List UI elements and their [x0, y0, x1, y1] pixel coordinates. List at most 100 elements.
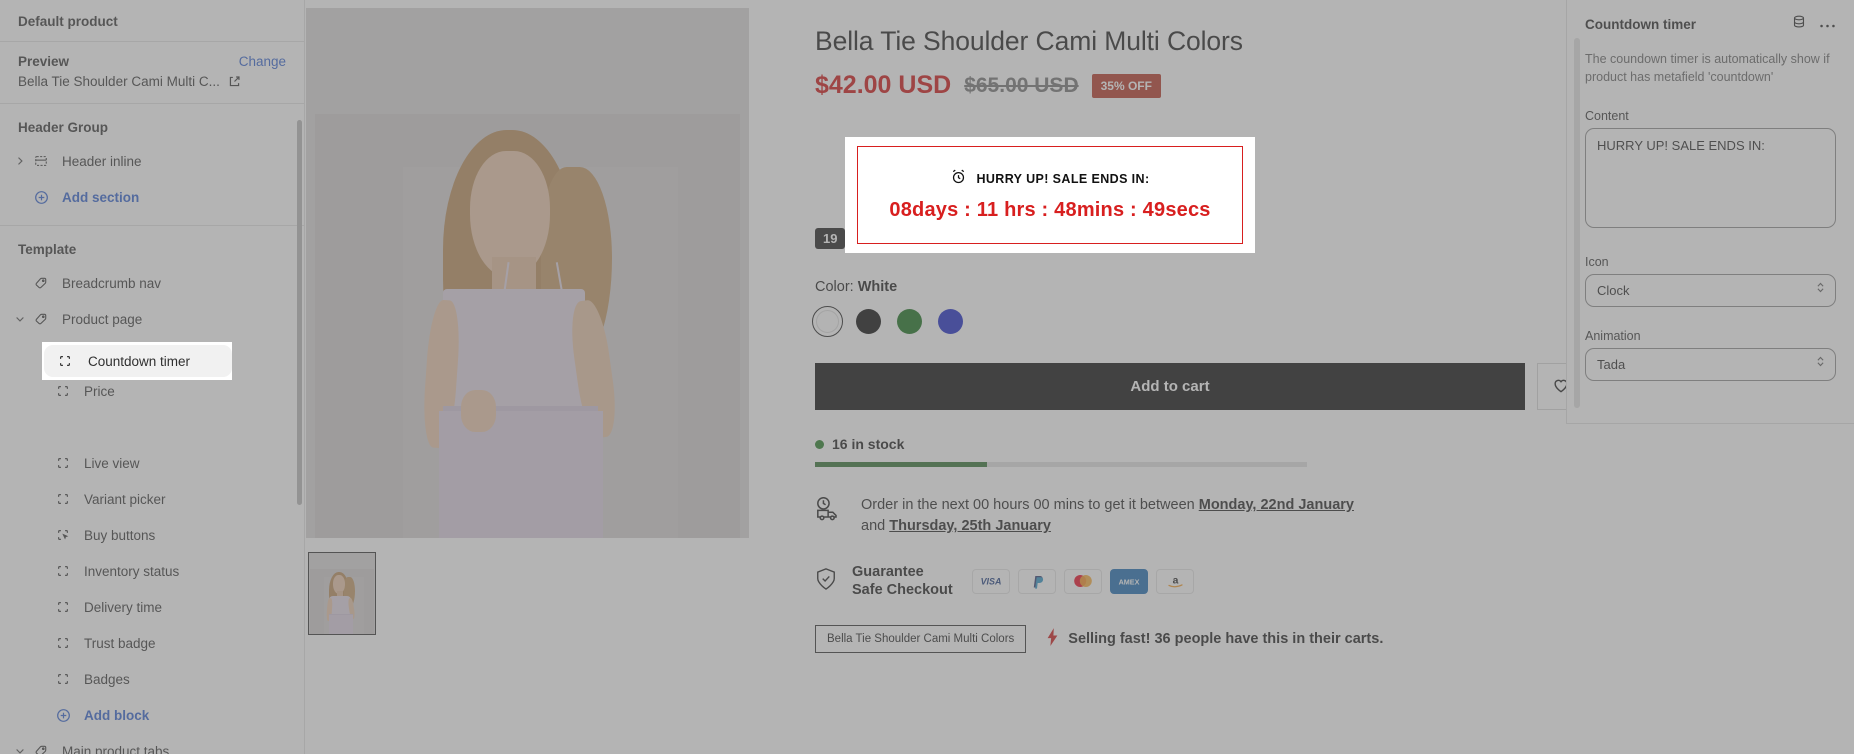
sidebar-block-live-view[interactable]: Live view: [0, 445, 304, 481]
chevron-right-icon[interactable]: [10, 155, 30, 167]
mastercard-icon: [1064, 568, 1102, 594]
stock-text: 16 in stock: [832, 436, 905, 452]
icon-select[interactable]: ClockFireHourglassNone: [1585, 273, 1836, 307]
svg-text:VISA: VISA: [981, 577, 1002, 587]
color-swatches: [812, 306, 1584, 337]
settings-header: Countdown timer: [1585, 14, 1836, 35]
countdown-timer-block[interactable]: HURRY UP! SALE ENDS IN: 08days : 11 hrs …: [845, 137, 1255, 253]
stock-row: 16 in stock: [815, 436, 1584, 452]
preview-product-name: Bella Tie Shoulder Cami Multi C...: [18, 74, 220, 89]
color-swatch-green[interactable]: [897, 309, 922, 334]
add-section-label: Add section: [62, 189, 140, 205]
settings-title: Countdown timer: [1585, 17, 1696, 32]
block-settings-panel: Countdown timer The coundown timer is au…: [1566, 0, 1854, 754]
amazon-icon: a: [1156, 568, 1194, 594]
product-gallery: [306, 0, 801, 754]
sidebar-block-countdown-timer[interactable]: Countdown timer: [44, 345, 232, 377]
stock-bar-fill: [815, 462, 988, 467]
block-icon: [52, 384, 74, 398]
block-icon: [52, 672, 74, 686]
block-icon: [52, 492, 74, 506]
canvas-scrollbar[interactable]: [1574, 38, 1580, 408]
template-heading: Template: [18, 242, 77, 257]
preview-section: Preview Change Bella Tie Shoulder Cami M…: [0, 42, 304, 103]
block-icon: [52, 636, 74, 650]
add-block-label: Add block: [84, 707, 150, 723]
animation-select[interactable]: TadaPulseShakeNone: [1585, 347, 1836, 381]
lightning-bolt-icon: [1046, 628, 1059, 650]
chevron-down-icon[interactable]: [10, 313, 30, 325]
countdown-time: 08days : 11 hrs : 48mins : 49secs: [889, 199, 1211, 221]
theme-editor-window: Default product Preview Change Bella Tie…: [0, 0, 1854, 754]
database-icon[interactable]: [1791, 14, 1807, 35]
block-icon: [52, 456, 74, 470]
shipping-mid: and: [861, 518, 890, 535]
product-hero-image[interactable]: [306, 8, 749, 538]
discount-badge: 35% OFF: [1091, 73, 1161, 98]
viewers-count: 19: [815, 228, 846, 249]
sidebar-block-variant-picker[interactable]: Variant picker: [0, 481, 304, 517]
color-swatch-black[interactable]: [856, 309, 881, 334]
amex-icon: AMEX: [1110, 568, 1148, 594]
add-to-cart-button[interactable]: Add to cart: [815, 363, 1525, 410]
cart-row: Add to cart: [815, 363, 1584, 410]
block-icon: [52, 564, 74, 578]
sidebar-block-label: Delivery time: [84, 599, 163, 615]
countdown-heading: HURRY UP! SALE ENDS IN:: [950, 168, 1149, 190]
sidebar-scrollbar[interactable]: [297, 120, 302, 505]
cursor-block-icon: [52, 528, 74, 542]
countdown-heading-text: HURRY UP! SALE ENDS IN:: [976, 172, 1150, 186]
add-section-button[interactable]: Add section: [0, 179, 304, 215]
price-row: $42.00 USD $65.00 USD 35% OFF: [815, 71, 1584, 100]
color-swatch-white[interactable]: [812, 306, 843, 337]
stock-status-dot: [815, 439, 824, 449]
plus-circle-icon: [52, 708, 74, 723]
color-label-prefix: Color:: [815, 279, 854, 295]
paypal-icon: [1018, 568, 1056, 594]
sidebar-block-label: Badges: [84, 671, 130, 687]
sidebar-item-label: Product page: [62, 311, 143, 327]
sidebar-item-main-product-tabs[interactable]: Main product tabs: [0, 733, 304, 754]
sidebar-block-buy-buttons[interactable]: Buy buttons: [0, 517, 304, 553]
animation-field-label: Animation: [1585, 328, 1641, 343]
add-block-button[interactable]: Add block: [0, 697, 304, 733]
variant-chip[interactable]: Bella Tie Shoulder Cami Multi Colors: [815, 625, 1027, 654]
product-details: Bella Tie Shoulder Cami Multi Colors $42…: [801, 0, 1584, 754]
ellipsis-icon[interactable]: [1819, 16, 1836, 34]
sidebar-block-badges[interactable]: Badges: [0, 661, 304, 697]
svg-text:a: a: [1172, 576, 1178, 587]
default-product-heading: Default product: [18, 14, 118, 29]
product-thumbnail-1[interactable]: [308, 552, 376, 635]
sidebar-item-header-inline[interactable]: Header inline: [0, 143, 304, 179]
header-group-heading: Header Group: [18, 120, 109, 135]
alarm-clock-icon: [950, 168, 967, 190]
external-link-icon[interactable]: [228, 75, 241, 88]
countdown-timer-box: HURRY UP! SALE ENDS IN: 08days : 11 hrs …: [857, 146, 1243, 244]
bottom-row: Bella Tie Shoulder Cami Multi Colors Sel…: [815, 625, 1584, 654]
content-textarea[interactable]: [1585, 127, 1836, 228]
tag-icon: [30, 744, 52, 754]
sidebar-item-product-page[interactable]: Product page: [0, 301, 304, 337]
shipping-text: Order in the next 00 hours 00 mins to ge…: [861, 495, 1366, 537]
chevron-down-icon[interactable]: [10, 745, 30, 754]
product-price: $42.00 USD: [815, 71, 952, 99]
sidebar-block-label: Live view: [84, 455, 140, 471]
tag-icon: [30, 312, 52, 326]
sidebar-item-breadcrumb-nav[interactable]: Breadcrumb nav: [0, 265, 304, 301]
guarantee-label: Guarantee Safe Checkout: [852, 564, 953, 599]
model-photo: [306, 8, 749, 538]
sidebar-item-label: Main product tabs: [62, 743, 170, 754]
sidebar-item-label: Header inline: [62, 153, 142, 169]
sidebar-block-delivery-time[interactable]: Delivery time: [0, 589, 304, 625]
settings-description: The coundown timer is automatically show…: [1585, 52, 1830, 84]
sidebar-block-inventory-status[interactable]: Inventory status: [0, 553, 304, 589]
sidebar-block-label: Variant picker: [84, 491, 166, 507]
color-swatch-blue[interactable]: [938, 309, 963, 334]
preview-change-link[interactable]: Change: [239, 54, 286, 69]
sidebar-block-label: Countdown timer: [88, 353, 191, 369]
content-field-label: Content: [1585, 108, 1629, 123]
shipping-date-from: Monday, 22nd January: [1198, 497, 1354, 513]
sidebar-block-label: Trust badge: [84, 635, 156, 651]
sidebar-block-trust-badge[interactable]: Trust badge: [0, 625, 304, 661]
shipping-estimate: Order in the next 00 hours 00 mins to ge…: [815, 495, 1584, 537]
